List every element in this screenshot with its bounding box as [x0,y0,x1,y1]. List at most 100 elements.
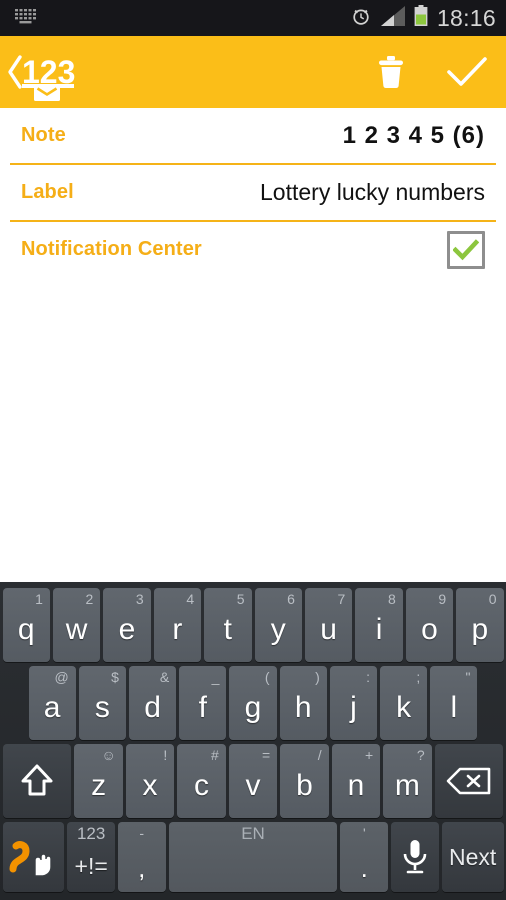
app-bar-up-area[interactable]: 123 [4,43,370,101]
key-label: Next [448,843,497,870]
key-k[interactable]: ; k [380,666,428,740]
keyboard-icon [14,7,40,30]
form-row-label[interactable]: Label Lottery lucky numbers [10,165,496,220]
key-r[interactable]: 4r [153,588,202,662]
key-h[interactable]: ) h [279,666,327,740]
notification-center-checkbox-wrap[interactable] [447,230,485,269]
checkmark-icon[interactable] [446,51,488,93]
key-alt: 7 [337,591,346,607]
form-row-notification-center[interactable]: Notification Center [10,222,496,277]
space-key[interactable]: EN [168,822,338,892]
key-s[interactable]: $ s [78,666,126,740]
key-label: t [223,613,232,646]
checkmark-icon [453,238,479,260]
key-n[interactable]: + n [331,744,381,818]
row-2-right-pad [479,664,505,742]
backspace-icon [446,766,492,796]
key-q[interactable]: 1q [2,588,50,662]
key-y[interactable]: 6y [254,588,302,662]
keyboard-row-1: 1q 2w 3e 4r 5t 6y 7u 8i 9o 0p [0,586,506,664]
key-z[interactable]: ☺ z [74,744,123,818]
key-alt: ) [315,669,320,685]
back-chevron-icon[interactable]: 123 [4,43,82,101]
key-b[interactable]: / b [280,744,329,818]
key-c[interactable]: # c [177,744,226,818]
key-alt: @ [54,669,69,685]
key-label: i [375,613,383,646]
key-alt: 0 [488,591,497,607]
notification-center-checkbox[interactable] [447,230,485,269]
key-j[interactable]: :j [329,666,378,740]
form-row-note[interactable]: Note 1 2 3 4 5 (6) [10,108,496,163]
key-alt: / [317,747,322,763]
key-o[interactable]: 9o [405,588,454,662]
key-alt: 9 [438,591,447,607]
key-g[interactable]: (g [229,666,277,740]
key-alt: - [139,825,145,841]
shift-arrow-icon [17,761,57,801]
label-label: Label [21,181,74,203]
keyboard-row-3: ☺ z ! x # c = v / b + n ? m [0,742,506,820]
key-e[interactable]: 3e [103,588,151,662]
key-alt: # [210,747,219,763]
key-alt: $ [111,669,119,685]
on-screen-keyboard[interactable]: 1q 2w 3e 4r 5t 6y 7u 8i 9o 0p @ a $ s & d _… [0,582,506,900]
key-label: a [43,691,61,724]
key-label: j [350,691,357,724]
shift-key[interactable] [2,744,72,818]
app-bar: 123 [0,36,506,108]
note-value[interactable]: 1 2 3 4 5 (6) [343,122,485,150]
key-m[interactable]: ? m [383,744,432,818]
symbols-key[interactable]: 123 +!= [67,822,115,892]
key-x[interactable]: ! x [125,744,175,818]
key-label: g [244,691,262,724]
keyboard-row-4: 123 +!= - , EN ' . Next [0,820,506,894]
enter-next-key[interactable]: Next [441,822,504,892]
key-label: w [65,613,88,646]
app-bar-actions [370,51,488,93]
key-alt: = [262,747,271,763]
key-f[interactable]: _ f [179,666,227,740]
key-label: x [142,769,158,802]
key-label: e [118,613,136,646]
key-label: u [320,613,337,646]
key-label: c [194,769,209,802]
key-alt: 123 [76,824,106,843]
key-label: o [421,613,438,646]
key-label: d [144,691,161,724]
swipe-gesture-key[interactable] [2,822,65,892]
key-label: y [270,613,286,646]
key-alt: & [159,669,170,685]
trash-icon[interactable] [370,51,412,93]
key-label: , [138,853,146,883]
note-form: Note 1 2 3 4 5 (6) Label Lottery lucky n… [0,108,506,277]
key-p[interactable]: 0p [456,588,504,662]
key-i[interactable]: 8i [355,588,403,662]
key-alt: 8 [387,591,396,607]
key-label: s [94,691,110,724]
key-label: k [396,691,412,724]
backspace-key[interactable] [434,744,504,818]
space-language-label: EN [241,824,265,843]
period-key[interactable]: ' . [340,822,389,892]
key-alt: ? [416,747,425,763]
key-v[interactable]: = v [228,744,278,818]
key-label: b [296,769,313,802]
key-label: r [172,613,183,646]
comma-key[interactable]: - , [117,822,166,892]
label-value[interactable]: Lottery lucky numbers [260,179,485,206]
key-a[interactable]: @ a [28,666,76,740]
key-alt: 4 [186,591,195,607]
key-t[interactable]: 5t [204,588,252,662]
battery-icon [414,4,428,32]
key-w[interactable]: 2w [52,588,101,662]
key-alt: ( [264,669,270,685]
status-bar-right: 18:16 [350,4,496,32]
key-label: h [294,691,312,724]
microphone-key[interactable] [391,822,439,892]
key-label: l [450,691,458,724]
key-d[interactable]: & d [128,666,177,740]
key-u[interactable]: 7u [304,588,353,662]
key-l[interactable]: " l [430,666,478,740]
keyboard-row-2: @ a $ s & d _ f (g ) h :j ; k " l [0,664,506,742]
